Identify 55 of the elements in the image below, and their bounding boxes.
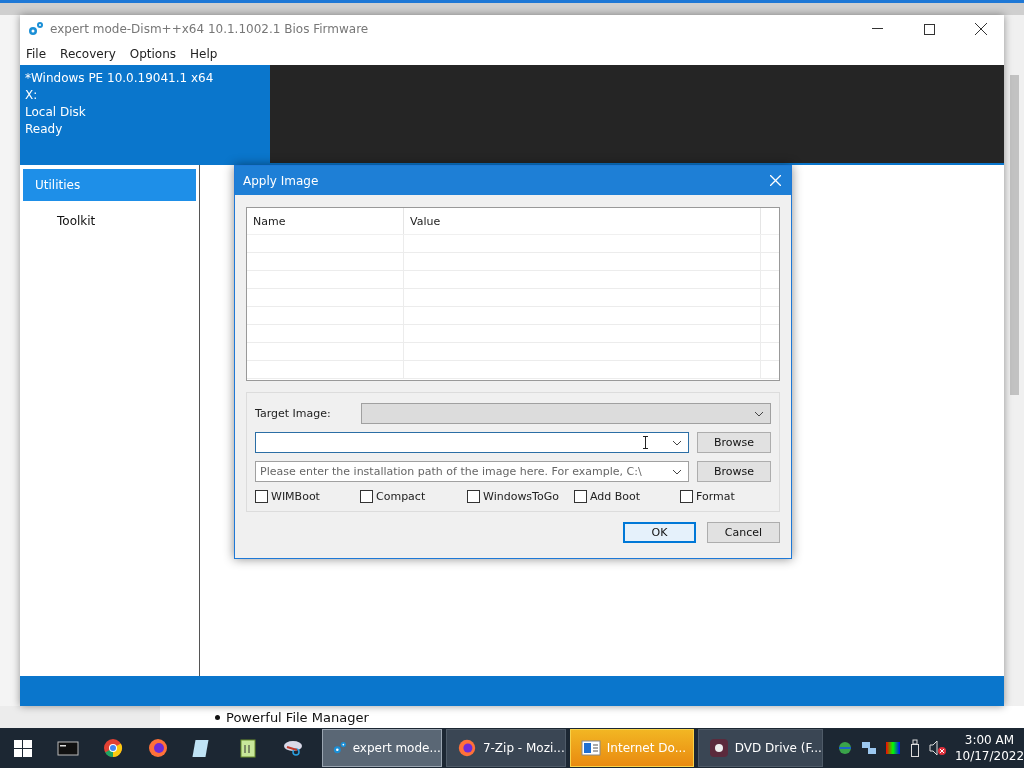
checkbox[interactable] [680, 490, 693, 503]
menu-item[interactable]: Help [190, 47, 218, 61]
chevron-icon [672, 468, 682, 475]
dialog-title: Apply Image [243, 173, 320, 188]
close-icon [975, 23, 987, 35]
checkbox[interactable] [360, 490, 373, 503]
field-label: Target Image: [255, 407, 332, 420]
taskbar-button[interactable]: 7-Zip - Mozi... [445, 729, 566, 767]
chrome-icon[interactable] [101, 737, 124, 759]
menu-item[interactable]: Recovery [60, 47, 116, 61]
option-checkbox[interactable]: Compact [360, 490, 467, 503]
source-combo-field[interactable] [255, 432, 689, 453]
usb-drive-icon[interactable] [908, 739, 921, 757]
menu-item[interactable]: Options [129, 47, 177, 61]
text-cursor-icon [643, 436, 648, 449]
option-checkbox[interactable]: WIMBoot [255, 490, 360, 503]
bullet-icon [215, 714, 220, 720]
network-icon[interactable] [860, 740, 877, 756]
checkbox[interactable] [467, 490, 480, 503]
info-line: Ready [25, 122, 64, 136]
path-combo-field[interactable]: Please enter the installation path of the image here. For example, C:\ [255, 461, 689, 482]
chevron-icon [672, 439, 682, 446]
maximize-icon [923, 23, 935, 35]
minimize-icon [871, 28, 883, 30]
firefox-icon[interactable] [147, 737, 169, 759]
info-line: X: [25, 88, 39, 102]
list-item-text: Powerful File Manager [226, 709, 369, 725]
dialog-button[interactable]: Cancel [707, 522, 780, 543]
option-checkbox[interactable]: WindowsToGo [467, 490, 574, 503]
taskbar-button[interactable]: DVD Drive (F... [697, 729, 823, 767]
speaker-muted-icon[interactable] [928, 740, 947, 756]
window-title: expert mode-Dism++x64 10.1.1002.1 Bios Firmware [50, 22, 370, 36]
option-checkbox[interactable]: Add Boot [574, 490, 680, 503]
firefox-icon [456, 738, 477, 758]
globe-icon[interactable] [836, 740, 853, 756]
checkbox[interactable] [574, 490, 587, 503]
windows-logo-icon[interactable] [11, 737, 34, 759]
option-checkbox[interactable]: Format [680, 490, 770, 503]
column-header[interactable]: Name [247, 208, 404, 234]
menu-item[interactable]: File [26, 47, 47, 61]
gears-icon [28, 21, 44, 37]
window-icon [580, 739, 601, 757]
info-line: *Windows PE 10.0.19041.1 x64 [25, 71, 215, 85]
info-line: Local Disk [25, 105, 87, 119]
sidebar-item[interactable]: Toolkit [23, 205, 196, 237]
color-palette-icon[interactable] [884, 740, 901, 756]
checkbox[interactable] [255, 490, 268, 503]
taskbar-button[interactable]: expert mode... [321, 729, 442, 767]
close-icon [769, 175, 781, 186]
browse-button[interactable]: Browse [697, 432, 771, 453]
chevron-icon [754, 410, 764, 417]
browse-button[interactable]: Browse [697, 461, 771, 482]
dialog-button[interactable]: OK [623, 522, 696, 543]
clock[interactable]: 3:00 AM 10/17/2022 [954, 732, 1024, 764]
column-header[interactable]: Value [404, 208, 761, 234]
